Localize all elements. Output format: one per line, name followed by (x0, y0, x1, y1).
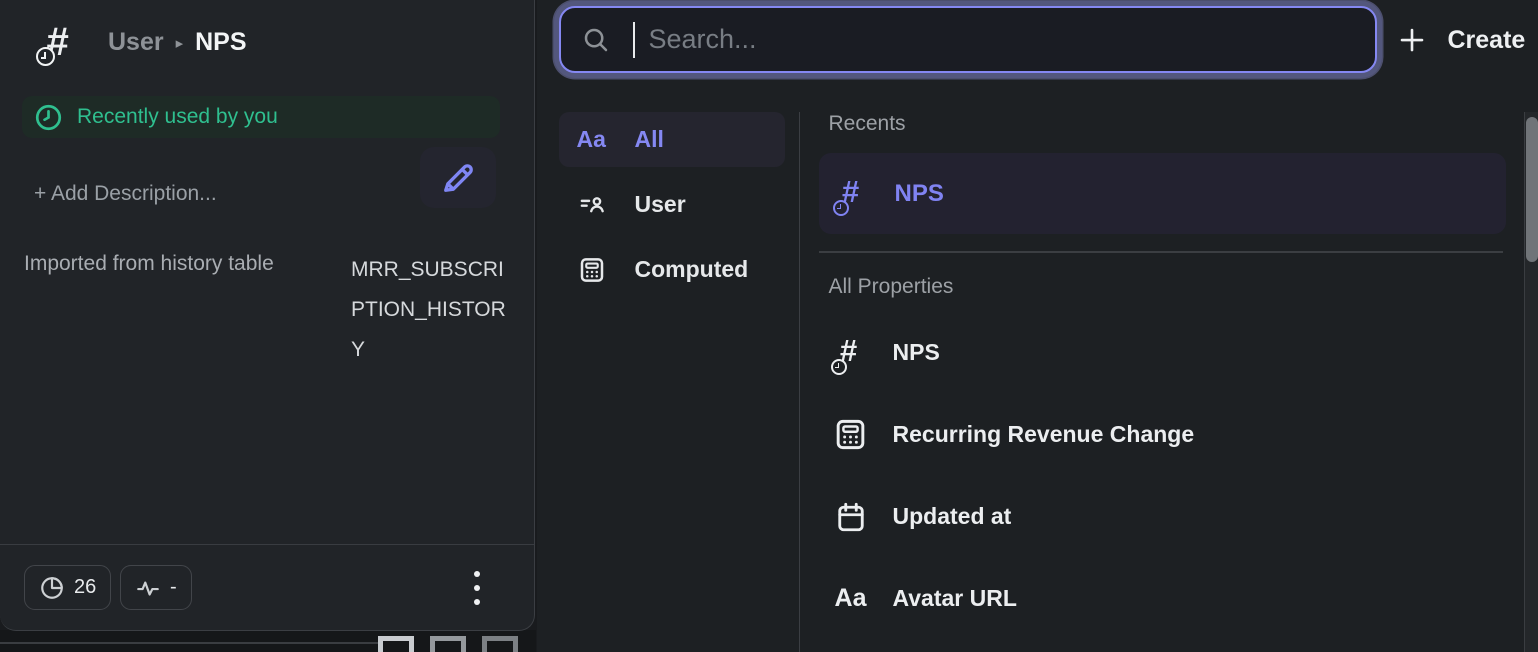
recents-header: Recents (819, 112, 1524, 136)
property-item-avatar-url[interactable]: Aa Avatar URL (819, 571, 1524, 627)
category-filter-list: Aa All User (559, 112, 785, 307)
property-item-nps[interactable]: # NPS (819, 325, 1524, 381)
background-toolbar-strip (0, 630, 536, 652)
all-properties-header: All Properties (819, 275, 1524, 299)
pencil-icon (437, 157, 479, 199)
calculator-icon (832, 416, 869, 453)
background-table-icon (430, 636, 466, 652)
scrollbar-track[interactable] (1524, 112, 1538, 652)
property-item-label: Updated at (893, 503, 1012, 530)
panel-divider (799, 112, 801, 652)
plus-icon (1397, 25, 1427, 55)
imported-table-value: MRR_SUBSCRIPTION_HISTORY (351, 250, 511, 370)
property-item-label: Avatar URL (893, 585, 1017, 612)
breadcrumb: User ▸ NPS (108, 28, 247, 57)
create-button-label: Create (1448, 26, 1526, 55)
search-icon (581, 25, 611, 55)
background-divider (0, 642, 378, 644)
category-item-all[interactable]: Aa All (559, 112, 785, 167)
recent-item-label: NPS (895, 180, 944, 208)
text-cursor (633, 22, 635, 58)
imported-table-label: Imported from history table (24, 250, 274, 370)
recently-used-label: Recently used by you (77, 105, 278, 129)
calendar-icon (833, 499, 869, 535)
kebab-dot (474, 599, 480, 605)
text-aa-icon: Aa (577, 126, 613, 153)
pie-chart-icon (39, 575, 65, 601)
screen: # User ▸ NPS Recently used by you + Add … (0, 0, 1538, 652)
card-footer: 26 - (0, 544, 534, 630)
add-description-button[interactable]: + Add Description... (34, 182, 217, 206)
trend-value: - (170, 576, 177, 599)
activity-pulse-icon (135, 575, 161, 601)
calculator-icon (577, 255, 607, 285)
category-item-computed[interactable]: Computed (559, 242, 785, 297)
property-item-label: Recurring Revenue Change (893, 421, 1195, 448)
section-divider (819, 251, 1503, 253)
background-table-icon (378, 636, 414, 652)
trend-chip[interactable]: - (120, 565, 192, 610)
property-item-updated-at[interactable]: Updated at (819, 489, 1524, 545)
category-item-user[interactable]: User (559, 177, 785, 232)
kebab-dot (474, 571, 480, 577)
number-clock-icon: # (831, 331, 871, 375)
number-clock-icon: # (833, 172, 873, 216)
property-picker-panel: Search... Create Aa All (537, 0, 1538, 652)
clock-icon (35, 104, 62, 131)
category-label: Computed (635, 256, 749, 283)
recent-item-nps[interactable]: # NPS (819, 153, 1506, 234)
property-item-label: NPS (893, 339, 940, 366)
breadcrumb-parent[interactable]: User (108, 28, 164, 57)
user-list-icon (577, 190, 606, 219)
edit-description-button[interactable] (420, 147, 496, 208)
property-item-recurring-revenue-change[interactable]: Recurring Revenue Change (819, 407, 1524, 463)
breadcrumb-current: NPS (195, 28, 246, 57)
search-placeholder: Search... (649, 24, 757, 55)
category-label: User (635, 191, 686, 218)
usage-count-chip[interactable]: 26 (24, 565, 111, 610)
category-label: All (635, 126, 664, 153)
create-button[interactable]: Create (1397, 14, 1526, 66)
number-property-clock-icon: # (36, 16, 84, 68)
search-input[interactable]: Search... (559, 6, 1377, 73)
text-aa-icon: Aa (835, 584, 867, 613)
usage-count-value: 26 (74, 576, 96, 599)
recently-used-badge: Recently used by you (22, 96, 500, 138)
more-options-button[interactable] (462, 559, 492, 617)
clock-badge-icon (36, 47, 55, 66)
breadcrumb-separator-icon: ▸ (176, 34, 184, 52)
kebab-dot (474, 585, 480, 591)
scrollbar-thumb[interactable] (1526, 117, 1538, 262)
property-details-card: # User ▸ NPS Recently used by you + Add … (0, 0, 535, 631)
imported-table-row: Imported from history table MRR_SUBSCRIP… (24, 250, 511, 370)
results-list: Recents # NPS All Properties # (819, 112, 1524, 627)
background-table-icon (482, 636, 518, 652)
